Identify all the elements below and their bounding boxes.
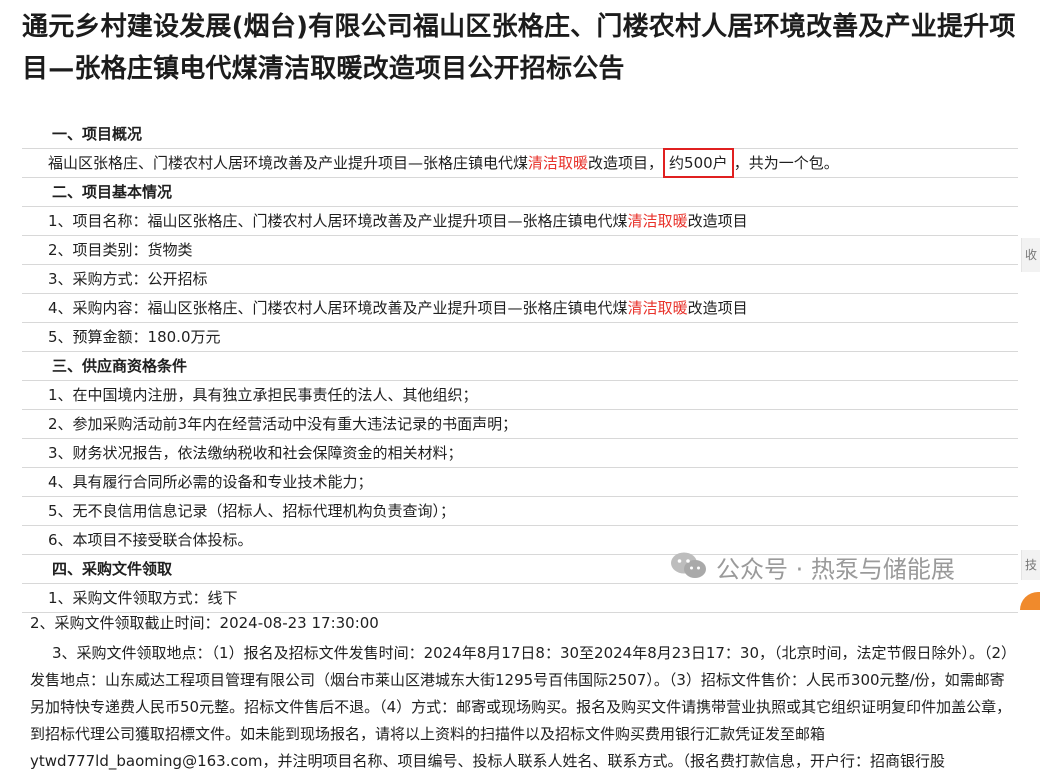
overview-text-mid: 改造项目， [588,154,664,172]
watermark: 公众号 · 热泵与储能展 [670,551,955,590]
qualification-item: 3、财务状况报告，依法缴纳税收和社会保障资金的相关材料； [22,439,1018,468]
wechat-icon [670,551,708,590]
section-heading-basic: 二、项目基本情况 [22,178,1018,207]
qualification-item: 4、具有履行合同所必需的设备和专业技术能力； [22,468,1018,497]
watermark-text: 公众号 · 热泵与储能展 [716,555,955,584]
announcement-table: 一、项目概况 福山区张格庄、门楼农村人居环境改善及产业提升项目—张格庄镇电代煤清… [22,120,1018,613]
overview-households-box: 约500户 [663,148,734,178]
qualification-item: 5、无不良信用信息记录（招标人、招标代理机构负责查询）； [22,497,1018,526]
basic-content-pre: 4、采购内容：福山区张格庄、门楼农村人居环境改善及产业提升项目—张格庄镇电代煤 [48,299,628,317]
basic-category: 2、项目类别：货物类 [22,236,1018,265]
overview-text-highlight: 清洁取暖 [528,154,589,172]
qualification-item: 1、在中国境内注册，具有独立承担民事责任的法人、其他组织； [22,381,1018,410]
floating-badge-icon[interactable] [1020,592,1040,610]
overview-text-post: ，共为一个包。 [733,154,839,172]
basic-project-name: 1、项目名称：福山区张格庄、门楼农村人居环境改善及产业提升项目—张格庄镇电代煤清… [22,207,1018,236]
side-tab-bottom[interactable]: 技 [1021,550,1040,580]
overview-text: 福山区张格庄、门楼农村人居环境改善及产业提升项目—张格庄镇电代煤清洁取暖改造项目… [22,148,1018,178]
documents-deadline: 2、采购文件领取截止时间：2024-08-23 17:30:00 [30,614,379,632]
basic-content: 4、采购内容：福山区张格庄、门楼农村人居环境改善及产业提升项目—张格庄镇电代煤清… [22,294,1018,323]
side-tab-top[interactable]: 收 [1021,238,1040,272]
documents-location: 3、采购文件领取地点：（1）报名及招标文件发售时间：2024年8月17日8：30… [30,644,1012,770]
page-title: 通元乡村建设发展(烟台)有限公司福山区张格庄、门楼农村人居环境改善及产业提升项目… [22,12,1016,84]
basic-name-pre: 1、项目名称：福山区张格庄、门楼农村人居环境改善及产业提升项目—张格庄镇电代煤 [48,212,628,230]
basic-name-post: 改造项目 [687,212,748,230]
section-heading-qualification: 三、供应商资格条件 [22,352,1018,381]
basic-content-post: 改造项目 [687,299,748,317]
basic-method: 3、采购方式：公开招标 [22,265,1018,294]
qualification-item: 2、参加采购活动前3年内在经营活动中没有重大违法记录的书面声明； [22,410,1018,439]
basic-budget: 5、预算金额：180.0万元 [22,323,1018,352]
overview-text-pre: 福山区张格庄、门楼农村人居环境改善及产业提升项目—张格庄镇电代煤 [48,154,529,172]
section-heading-overview: 一、项目概况 [22,120,1018,149]
basic-name-highlight: 清洁取暖 [627,212,688,230]
basic-content-highlight: 清洁取暖 [627,299,688,317]
